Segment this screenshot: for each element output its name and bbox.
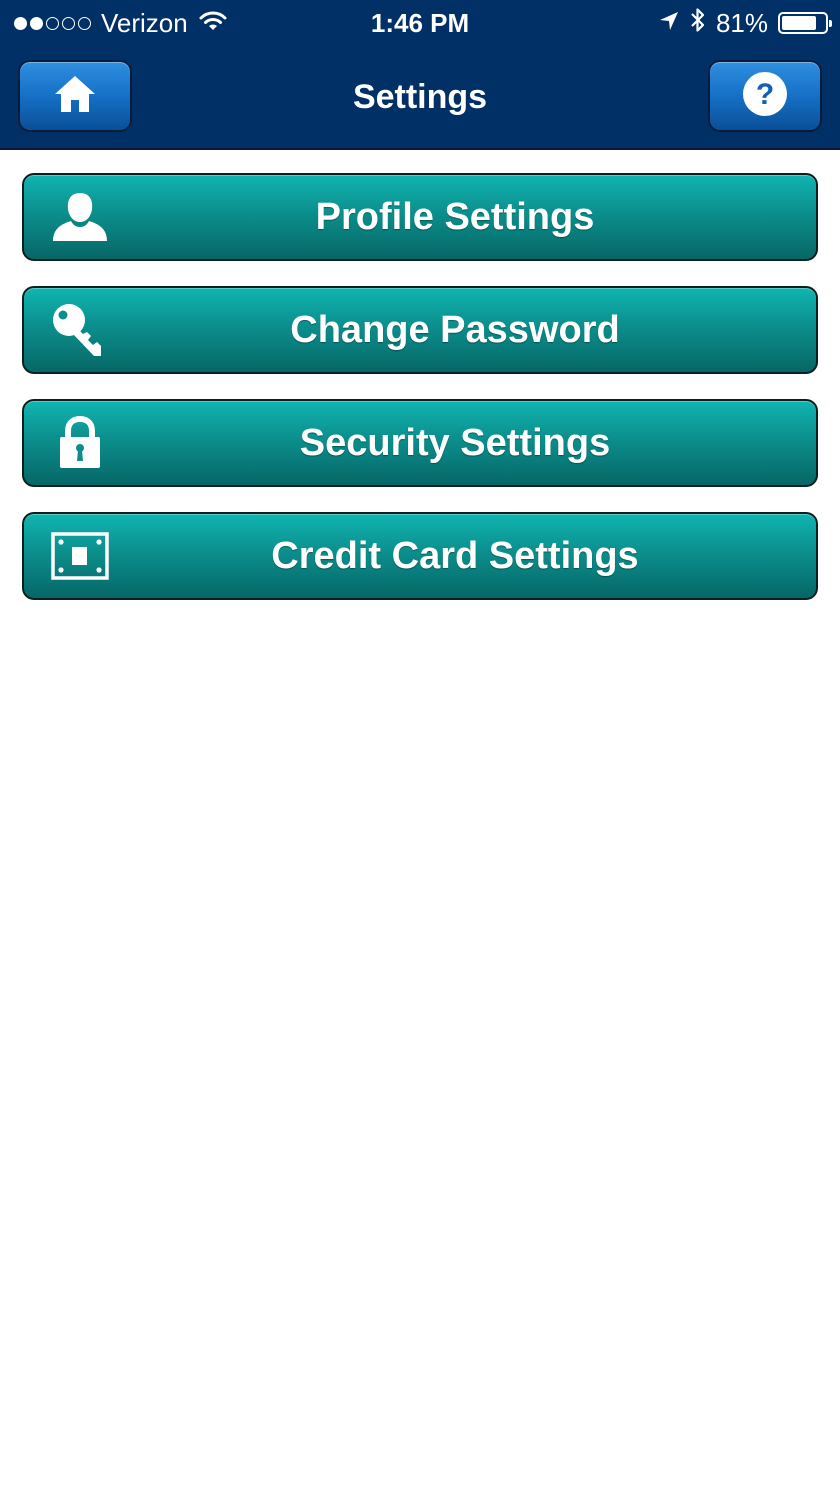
header: Verizon 1:46 PM 81% Settings ? [0, 0, 840, 150]
battery-icon [778, 12, 832, 34]
location-arrow-icon [658, 8, 680, 39]
menu-item-label: Profile Settings [315, 196, 595, 238]
svg-text:?: ? [756, 78, 774, 111]
help-icon: ? [741, 70, 789, 123]
status-right: 81% [658, 7, 832, 40]
help-button[interactable]: ? [710, 62, 820, 130]
menu-item-label: Change Password [290, 309, 620, 351]
change-password-button[interactable]: Change Password [22, 286, 818, 374]
credit-card-settings-button[interactable]: Credit Card Settings [22, 512, 818, 600]
menu-item-label: Security Settings [299, 422, 611, 464]
battery-percent: 81% [715, 7, 768, 38]
security-settings-button[interactable]: Security Settings [22, 399, 818, 487]
bluetooth-icon [690, 7, 706, 40]
menu-item-label: Credit Card Settings [271, 535, 639, 577]
profile-settings-button[interactable]: Profile Settings [22, 173, 818, 261]
battery-level [782, 16, 817, 30]
settings-menu: Profile Settings Change Password Securit… [22, 173, 818, 625]
status-bar: Verizon 1:46 PM 81% [0, 0, 840, 46]
